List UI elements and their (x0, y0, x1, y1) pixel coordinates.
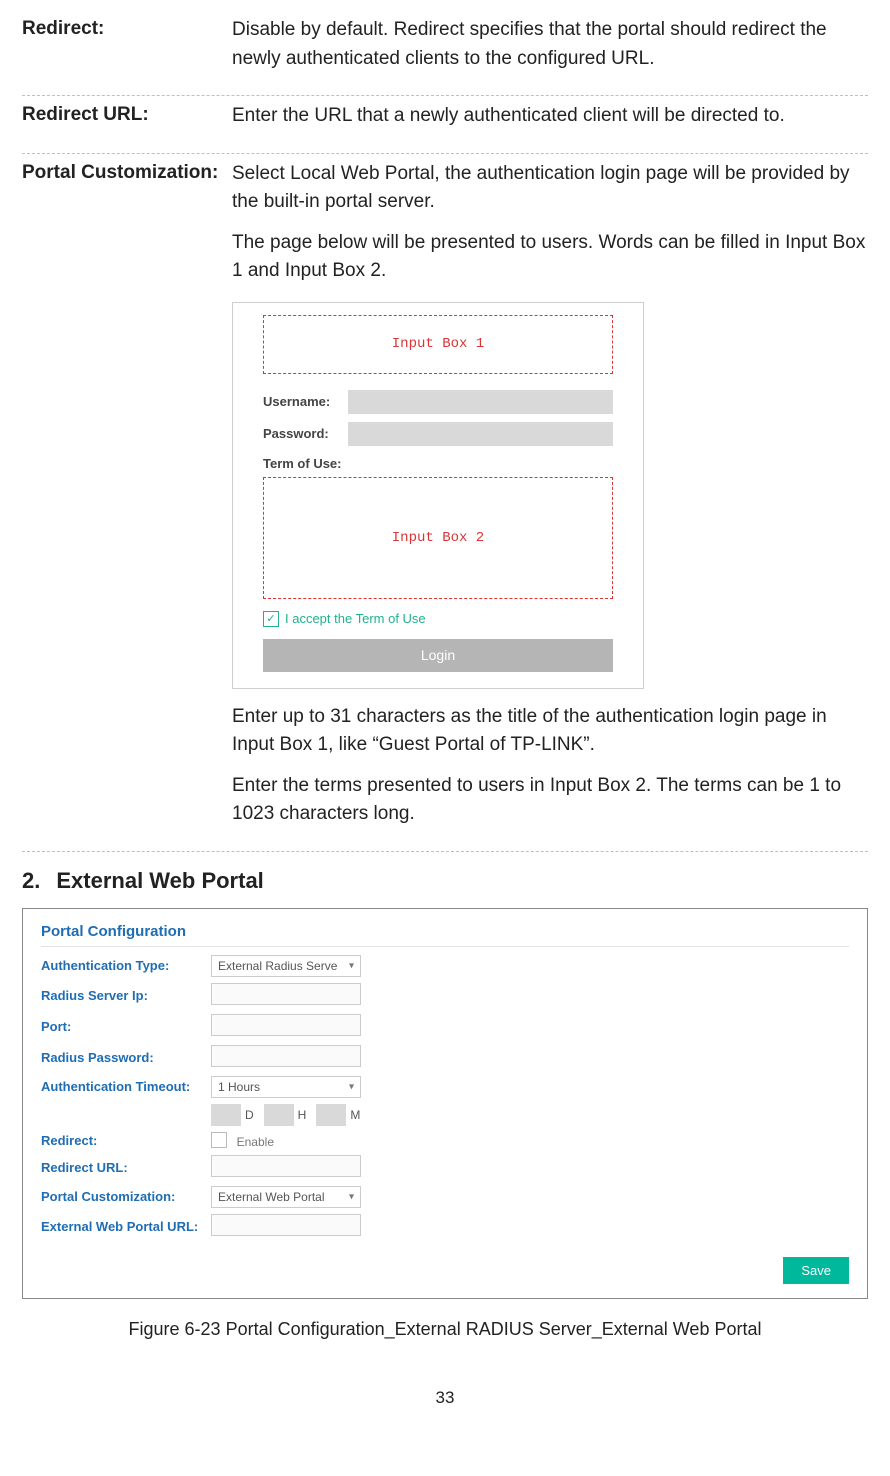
lbl-port: Port: (41, 1019, 211, 1034)
redirect-enable-text: Enable (237, 1135, 274, 1149)
preview-terms-lbl: Term of Use: (263, 454, 613, 474)
lbl-portal-custom: Portal Customization: (41, 1189, 211, 1204)
portal-customization-value: External Web Portal (218, 1190, 325, 1204)
radius-server-ip-input[interactable] (211, 983, 361, 1005)
input-box-1: Input Box 1 (263, 315, 613, 374)
login-preview: Input Box 1 Username: Password: Term of … (232, 302, 644, 689)
page-number: 33 (22, 1388, 868, 1408)
input-box-2: Input Box 2 (263, 477, 613, 599)
redirect-enable-checkbox[interactable] (211, 1132, 227, 1148)
preview-password-field (348, 422, 613, 446)
radius-password-input[interactable] (211, 1045, 361, 1067)
lbl-auth-type: Authentication Type: (41, 958, 211, 973)
lbl-redirect-url: Redirect URL: (41, 1160, 211, 1175)
days-input[interactable] (211, 1104, 241, 1126)
preview-accept-row: ✓ I accept the Term of Use (263, 609, 613, 629)
portal-customization-select[interactable]: External Web Portal ▾ (211, 1186, 361, 1208)
preview-username-field (348, 390, 613, 414)
lbl-auth-timeout: Authentication Timeout: (41, 1079, 211, 1094)
minutes-input[interactable] (316, 1104, 346, 1126)
preview-username-lbl: Username: (263, 392, 348, 412)
desc-portal-custom-3: Enter up to 31 characters as the title o… (232, 703, 868, 760)
check-icon: ✓ (263, 611, 279, 627)
auth-type-value: External Radius Serve (218, 959, 337, 973)
lbl-radius-ip: Radius Server Ip: (41, 988, 211, 1003)
panel-divider (41, 946, 849, 947)
term-redirect-url: Redirect URL: (22, 102, 232, 129)
unit-d: D (245, 1108, 254, 1122)
preview-accept-text: I accept the Term of Use (285, 609, 426, 629)
external-web-portal-url-input[interactable] (211, 1214, 361, 1236)
unit-m: M (350, 1108, 360, 1122)
figure-caption: Figure 6-23 Portal Configuration_Externa… (22, 1319, 868, 1340)
desc-portal-custom-4: Enter the terms presented to users in In… (232, 772, 868, 829)
desc-portal-custom-2: The page below will be presented to user… (232, 229, 868, 286)
chevron-down-icon: ▾ (349, 1191, 354, 1202)
section-external-web-portal: 2. External Web Portal (22, 868, 868, 894)
lbl-redirect: Redirect: (41, 1133, 211, 1148)
section-title: External Web Portal (56, 868, 263, 893)
term-redirect: Redirect: (22, 16, 232, 43)
lbl-radius-password: Radius Password: (41, 1050, 211, 1065)
desc-redirect-url: Enter the URL that a newly authenticated… (232, 102, 868, 131)
panel-title: Portal Configuration (41, 923, 849, 946)
port-input[interactable] (211, 1014, 361, 1036)
redirect-url-input[interactable] (211, 1155, 361, 1177)
divider (22, 851, 868, 852)
desc-redirect: Disable by default. Redirect specifies t… (232, 16, 868, 73)
chevron-down-icon: ▾ (349, 1081, 354, 1092)
auth-timeout-value: 1 Hours (218, 1080, 260, 1094)
preview-password-lbl: Password: (263, 424, 348, 444)
hours-input[interactable] (264, 1104, 294, 1126)
lbl-external-web-portal-url: External Web Portal URL: (41, 1219, 211, 1234)
portal-configuration-panel: Portal Configuration Authentication Type… (22, 908, 868, 1299)
preview-login-button: Login (263, 639, 613, 672)
chevron-down-icon: ▾ (349, 960, 354, 971)
desc-portal-custom-1: Select Local Web Portal, the authenticat… (232, 160, 868, 217)
term-portal-custom: Portal Customization: (22, 160, 232, 187)
section-number: 2. (22, 868, 40, 893)
auth-timeout-select[interactable]: 1 Hours ▾ (211, 1076, 361, 1098)
unit-h: H (298, 1108, 307, 1122)
save-button[interactable]: Save (783, 1257, 849, 1284)
auth-type-select[interactable]: External Radius Serve ▾ (211, 955, 361, 977)
